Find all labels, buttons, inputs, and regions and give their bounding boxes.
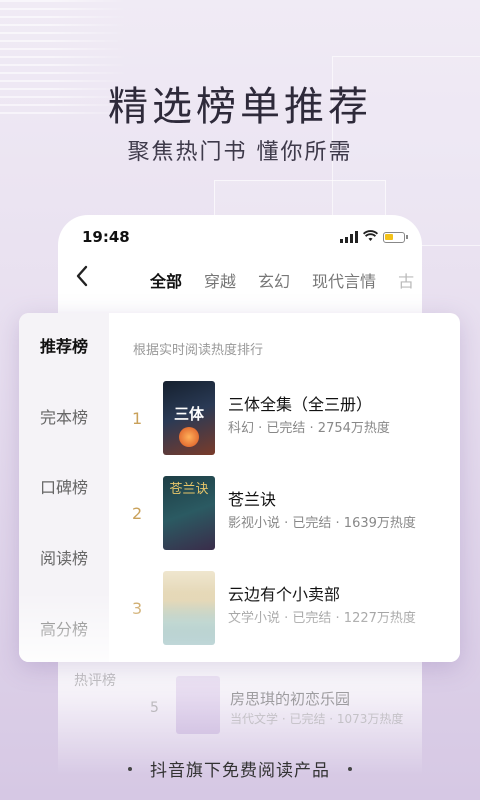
book-rank: 5 bbox=[150, 700, 159, 716]
tab-ancient[interactable]: 古 bbox=[398, 268, 414, 302]
promo-subline: 聚焦热门书 懂你所需 bbox=[127, 140, 353, 165]
book-title[interactable]: 房思琪的初恋乐园 bbox=[230, 688, 350, 709]
book-rank: 2 bbox=[132, 504, 143, 523]
book-title[interactable]: 云边有个小卖部 bbox=[228, 581, 340, 605]
promo-headline: 精选榜单推荐 bbox=[108, 84, 372, 130]
category-tabs: 全部 穿越 玄幻 现代言情 古 bbox=[150, 268, 422, 302]
book-meta: 影视小说 · 已完结 · 1639万热度 bbox=[228, 516, 416, 531]
status-time: 19:48 bbox=[82, 228, 130, 246]
book-title[interactable]: 三体全集（全三册） bbox=[228, 391, 372, 415]
list-item[interactable]: 3 云边有个小卖部 文学小说 · 已完结 · 1227万热度 bbox=[19, 571, 460, 647]
book-cover[interactable] bbox=[176, 676, 220, 734]
footer-text: 抖音旗下免费阅读产品 bbox=[150, 761, 330, 781]
back-button[interactable] bbox=[74, 264, 94, 294]
book-cover[interactable] bbox=[163, 571, 215, 645]
list-item[interactable]: 1 三体 三体全集（全三册） 科幻 · 已完结 · 2754万热度 bbox=[19, 381, 460, 457]
ranking-panel: 推荐榜 完本榜 口碑榜 阅读榜 高分榜 根据实时阅读热度排行 1 三体 三体全集… bbox=[19, 313, 460, 662]
cover-title: 三体 bbox=[173, 405, 204, 423]
tab-time-travel[interactable]: 穿越 bbox=[204, 268, 236, 302]
book-meta: 科幻 · 已完结 · 2754万热度 bbox=[228, 421, 390, 436]
footer-tagline: 抖音旗下免费阅读产品 bbox=[0, 756, 480, 781]
tab-fantasy[interactable]: 玄幻 bbox=[258, 268, 290, 302]
side-item-recommended[interactable]: 推荐榜 bbox=[19, 333, 109, 357]
signal-icon bbox=[340, 231, 358, 243]
bullet-dot bbox=[348, 767, 352, 771]
battery-icon bbox=[383, 231, 408, 243]
book-title[interactable]: 苍兰诀 bbox=[228, 486, 276, 510]
book-meta: 文学小说 · 已完结 · 1227万热度 bbox=[228, 611, 416, 626]
status-icons bbox=[340, 229, 408, 245]
side-item-hot-reviews[interactable]: 热评榜 bbox=[74, 670, 116, 690]
book-cover[interactable]: 苍兰诀 bbox=[163, 476, 215, 550]
cover-title: 苍兰诀 bbox=[169, 482, 209, 497]
book-rank: 3 bbox=[132, 599, 143, 618]
book-rank: 1 bbox=[132, 409, 143, 428]
bullet-dot bbox=[128, 767, 132, 771]
book-cover[interactable]: 三体 bbox=[163, 381, 215, 455]
list-item[interactable]: 2 苍兰诀 苍兰诀 影视小说 · 已完结 · 1639万热度 bbox=[19, 476, 460, 552]
chevron-left-icon bbox=[76, 265, 88, 287]
book-meta: 当代文学 · 已完结 · 1073万热度 bbox=[230, 712, 404, 726]
tab-modern-romance[interactable]: 现代言情 bbox=[312, 268, 376, 302]
ranking-hint: 根据实时阅读热度排行 bbox=[133, 343, 264, 358]
wifi-icon bbox=[362, 229, 379, 245]
tab-all[interactable]: 全部 bbox=[150, 268, 182, 302]
planet-icon bbox=[179, 427, 199, 447]
